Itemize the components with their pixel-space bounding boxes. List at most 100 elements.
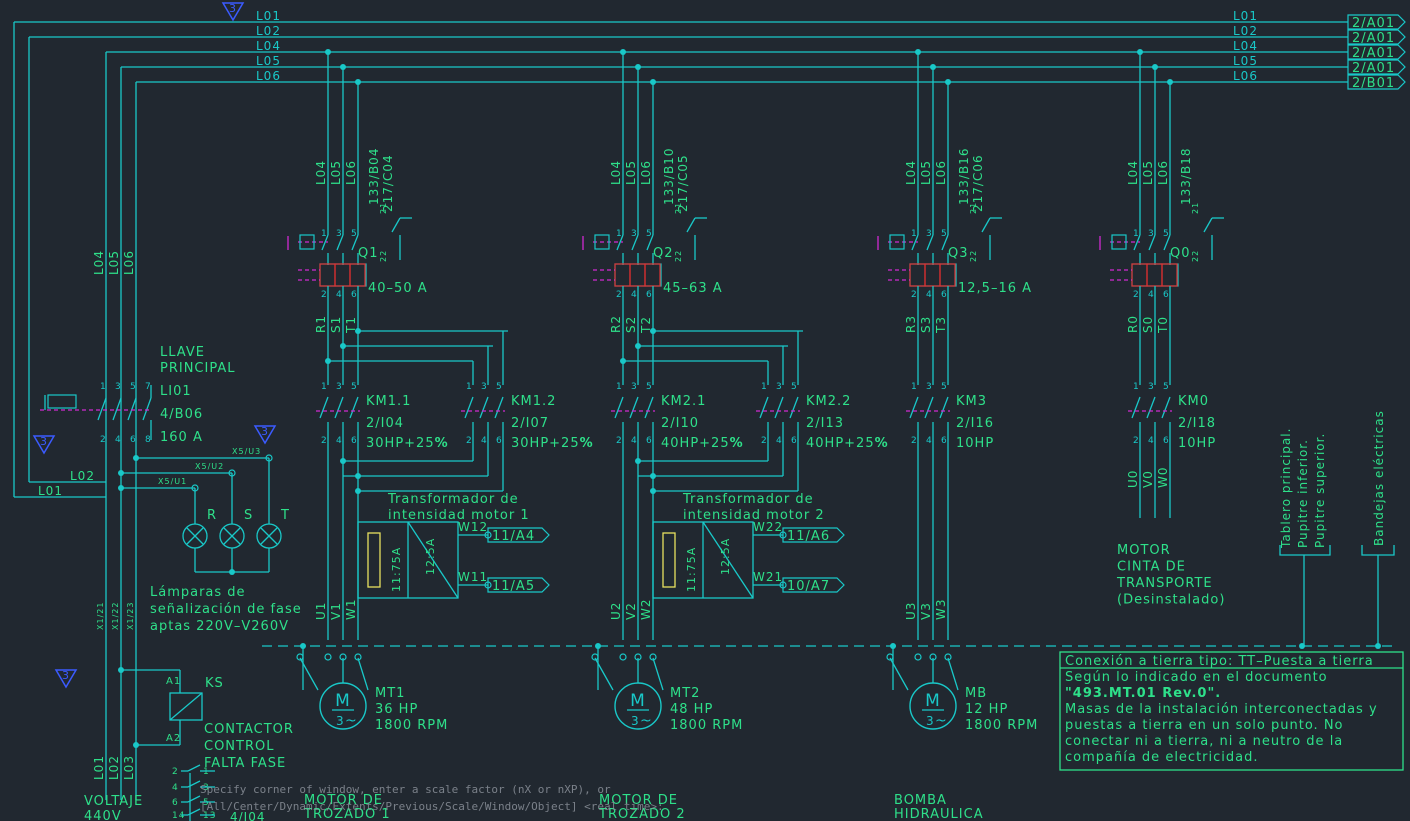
bus-label-right: L06 — [1233, 69, 1258, 83]
pin-label: 3 — [776, 382, 783, 392]
junction-dot — [133, 742, 139, 748]
bus-label-right: L02 — [1233, 24, 1258, 38]
contactor-tag: KM2.1 — [661, 394, 706, 409]
switch-blade — [97, 397, 107, 421]
motor-tilde: ~ — [640, 713, 653, 729]
contactor-tag: KM1.1 — [366, 394, 411, 409]
pin-label: 4 — [926, 436, 933, 446]
wire-label: L03 — [122, 755, 136, 780]
contactor-blade — [629, 396, 639, 419]
aux-pin: 22 — [969, 250, 978, 262]
phase-label: R0 — [1126, 315, 1140, 333]
contactor-rating: 30HP+25% — [511, 436, 594, 451]
motor-feed — [652, 657, 664, 691]
junction-dot — [945, 79, 951, 85]
contactor-blade — [644, 396, 654, 419]
contactor-blade — [479, 396, 489, 419]
breaker-range: 45–63 A — [663, 281, 723, 296]
junction-dot — [355, 79, 361, 85]
ct-core — [367, 532, 381, 588]
contactor-ref: 2/I18 — [1178, 416, 1216, 431]
bus-label-left: L06 — [256, 69, 281, 83]
junction-dot — [355, 328, 361, 334]
terminal-label: X1/23 — [126, 602, 135, 630]
lamp-tap: X5/U3 — [232, 447, 261, 456]
motor-tilde: ~ — [935, 713, 948, 729]
bus-label-left: L01 — [256, 9, 281, 23]
aux-pin: 22 — [379, 250, 388, 262]
feeder-label: L04 — [314, 160, 328, 185]
motor-caption: TRANSPORTE — [1116, 576, 1213, 591]
pin-label: 3 — [481, 382, 488, 392]
contactor-rating: 40HP+25% — [806, 436, 889, 451]
motor-tag: MB — [965, 686, 987, 701]
ground-note-line: conectar ni a tierra, ni a neutro de la — [1065, 734, 1343, 749]
pin-label: 6 — [130, 435, 137, 445]
switch-blade — [127, 397, 137, 421]
contactor-ref: 2/I04 — [366, 416, 404, 431]
lamp-label: R — [207, 508, 217, 523]
breaker-range: 12,5–16 A — [958, 281, 1032, 296]
junction-dot — [325, 358, 331, 364]
main-switch-ref: 4/B06 — [160, 407, 203, 422]
vertical-label: L05 — [107, 250, 121, 275]
aux-pin: 21 — [1191, 202, 1200, 214]
contactor-rating-pct: % — [435, 436, 449, 451]
main-switch-rating: 160 A — [160, 430, 203, 445]
motor-letter: M — [925, 691, 941, 711]
pin-label: 2 — [100, 435, 107, 445]
contactor-blade — [924, 396, 934, 419]
thermal-element — [614, 263, 631, 287]
level-marker-label: 3 — [229, 2, 237, 15]
breaker-ref: 133/B16 — [957, 148, 971, 205]
junction-dot — [355, 488, 361, 494]
motor-caption: BOMBA — [894, 793, 947, 808]
pin-label: 2 — [911, 436, 918, 446]
pin-label: 5 — [941, 382, 948, 392]
contactor-rating-pct: % — [730, 436, 744, 451]
pin-label: 6 — [646, 290, 653, 300]
motor-phase: 3 — [631, 714, 640, 728]
pin-label: 6 — [351, 436, 358, 446]
contactor-tag: KM2.2 — [806, 394, 851, 409]
off-page-ref: 2/A01 — [1352, 31, 1395, 46]
contactor-rating: 30HP+25% — [366, 436, 449, 451]
breaker-tag: Q1 — [358, 246, 379, 261]
ground-note-line: puestas a tierra en un solo punto. No — [1065, 718, 1344, 733]
pin-label: 4 — [776, 436, 783, 446]
ct-core — [662, 532, 676, 588]
lamp-caption: aptas 220V–V260V — [150, 619, 289, 634]
relay-caption: CONTACTOR — [204, 722, 294, 737]
motor-phase: 3 — [336, 714, 345, 728]
pin-label: 2 — [321, 290, 328, 300]
thermal-block — [319, 263, 367, 287]
motor-rpm: 1800 RPM — [670, 718, 743, 733]
command-line[interactable]: Specify corner of window, enter a scale … — [200, 781, 700, 821]
feeder-label: L04 — [1126, 160, 1140, 185]
terminal-label: X1/21 — [96, 602, 105, 630]
main-switch-title2: PRINCIPAL — [160, 361, 236, 376]
phase-label: T0 — [1156, 316, 1170, 334]
off-page-ref: 10/A7 — [787, 579, 830, 594]
ct-wire-label: W11 — [458, 570, 488, 584]
motor-wire-label: V0 — [1141, 470, 1155, 488]
contactor-rating: 40HP+25% — [661, 436, 744, 451]
off-page-ref: 2/A01 — [1352, 61, 1395, 76]
voltage-label: VOLTAJE — [84, 794, 143, 809]
command-line-prompt: Specify corner of window, enter a scale … — [200, 783, 611, 796]
contactor-blade — [759, 396, 769, 419]
pin-label: 6 — [351, 290, 358, 300]
pin-label: 4 — [1148, 290, 1155, 300]
contactor-blade — [464, 396, 474, 419]
bus-label-right: L05 — [1233, 54, 1258, 68]
pin-label: 3 — [1148, 382, 1155, 392]
lower-label-L01: L01 — [38, 484, 63, 498]
pin-label: 2 — [761, 436, 768, 446]
thermal-block — [909, 263, 957, 287]
junction-dot — [340, 64, 346, 70]
junction-dot — [1152, 64, 1158, 70]
electrical-schematic[interactable]: L01 L01 2/A01 L02 L02 2/A01 L04 L04 2/A01 L05 L05 2… — [0, 0, 1410, 821]
wire-label: L02 — [107, 755, 121, 780]
pin-label: 2 — [616, 436, 623, 446]
motor-rpm: 1800 RPM — [965, 718, 1038, 733]
